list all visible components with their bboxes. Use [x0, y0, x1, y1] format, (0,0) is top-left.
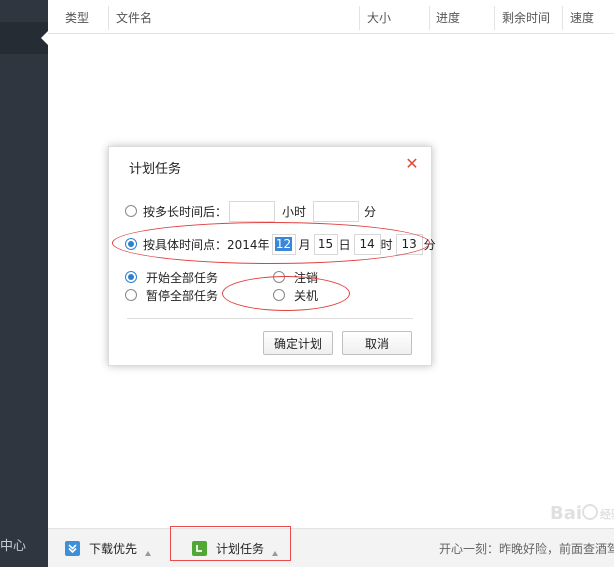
day-value: 15	[317, 237, 334, 251]
column-separator	[108, 6, 109, 30]
shield-down-icon	[65, 541, 80, 556]
column-progress[interactable]: 进度	[436, 9, 460, 27]
logout-label: 注销	[294, 270, 319, 285]
minutes-input[interactable]	[313, 200, 360, 222]
svg-text:Bai: Bai	[550, 503, 582, 524]
shutdown-option: 关机	[273, 284, 318, 306]
dialog-title: 计划任务	[129, 162, 182, 177]
after-duration-radio[interactable]	[125, 205, 137, 217]
clock-l-icon	[192, 541, 207, 556]
column-size[interactable]: 大小	[367, 9, 391, 27]
minute-value: 13	[401, 237, 417, 251]
hour-value: 14	[359, 237, 375, 251]
column-separator	[494, 6, 495, 30]
caret-icon	[272, 551, 279, 556]
shutdown-radio[interactable]	[273, 289, 285, 301]
start-all-radio[interactable]	[125, 271, 137, 283]
download-priority-button[interactable]: 下载优先	[65, 529, 152, 567]
month-value: 12	[274, 237, 293, 251]
column-remaining[interactable]: 剩余时间	[502, 9, 550, 27]
column-header: 类型 文件名 大小 进度 剩余时间 速度	[48, 0, 614, 34]
scheduled-task-label: 计划任务	[216, 542, 265, 556]
column-speed[interactable]: 速度	[570, 9, 594, 27]
caret-icon	[145, 551, 152, 556]
hours-unit: 小时	[282, 204, 307, 219]
column-type[interactable]: 类型	[65, 9, 89, 27]
active-indicator-notch	[41, 31, 48, 45]
schedule-dialog: 计划任务 ✕ 按多长时间后： 小时 分 按具体时间点：2014年 12 月 15…	[108, 146, 436, 366]
svg-text:经验: 经验	[600, 507, 614, 521]
at-time-row: 按具体时间点：2014年 12 月 15 日 14 时 13 分	[125, 233, 436, 255]
after-duration-row: 按多长时间后： 小时 分	[125, 200, 380, 222]
at-time-radio[interactable]	[125, 238, 137, 250]
hours-input[interactable]	[229, 200, 276, 222]
minute-input[interactable]: 13	[395, 233, 423, 255]
month-input[interactable]: 12	[271, 233, 296, 255]
sidebar: 中心	[0, 0, 48, 567]
pause-all-option: 暂停全部任务	[125, 284, 218, 306]
at-time-label: 按具体时间点：2014年	[143, 237, 270, 252]
day-unit: 日	[338, 237, 351, 252]
confirm-plan-button[interactable]: 确定计划	[263, 331, 333, 355]
logout-radio[interactable]	[273, 271, 285, 283]
sidebar-bottom-label[interactable]: 中心	[0, 535, 48, 554]
download-priority-label: 下载优先	[89, 542, 138, 556]
day-input[interactable]: 15	[313, 233, 338, 255]
scheduled-task-button[interactable]: 计划任务	[192, 529, 279, 567]
dialog-divider	[127, 318, 413, 319]
minutes-unit: 分	[364, 204, 377, 219]
column-separator	[562, 6, 563, 30]
hour-unit: 时	[380, 237, 393, 252]
cancel-button[interactable]: 取消	[342, 331, 412, 355]
status-bar: 下载优先 计划任务 开心一刻：昨晚好险，前面查酒驾 Bai 经验	[48, 503, 614, 567]
shutdown-label: 关机	[294, 288, 319, 303]
pause-all-label: 暂停全部任务	[146, 288, 219, 303]
column-separator	[359, 6, 360, 30]
month-unit: 月	[298, 237, 311, 252]
column-separator	[429, 6, 430, 30]
watermark-logo: Bai 经验	[548, 499, 614, 525]
minute-unit: 分	[423, 237, 436, 252]
hour-input[interactable]: 14	[353, 233, 381, 255]
close-icon[interactable]: ✕	[403, 155, 421, 173]
after-duration-label: 按多长时间后：	[143, 204, 228, 219]
column-filename[interactable]: 文件名	[116, 9, 152, 27]
pause-all-radio[interactable]	[125, 289, 137, 301]
tip-text[interactable]: 开心一刻：昨晚好险，前面查酒驾	[439, 529, 614, 567]
start-all-label: 开始全部任务	[146, 270, 219, 285]
